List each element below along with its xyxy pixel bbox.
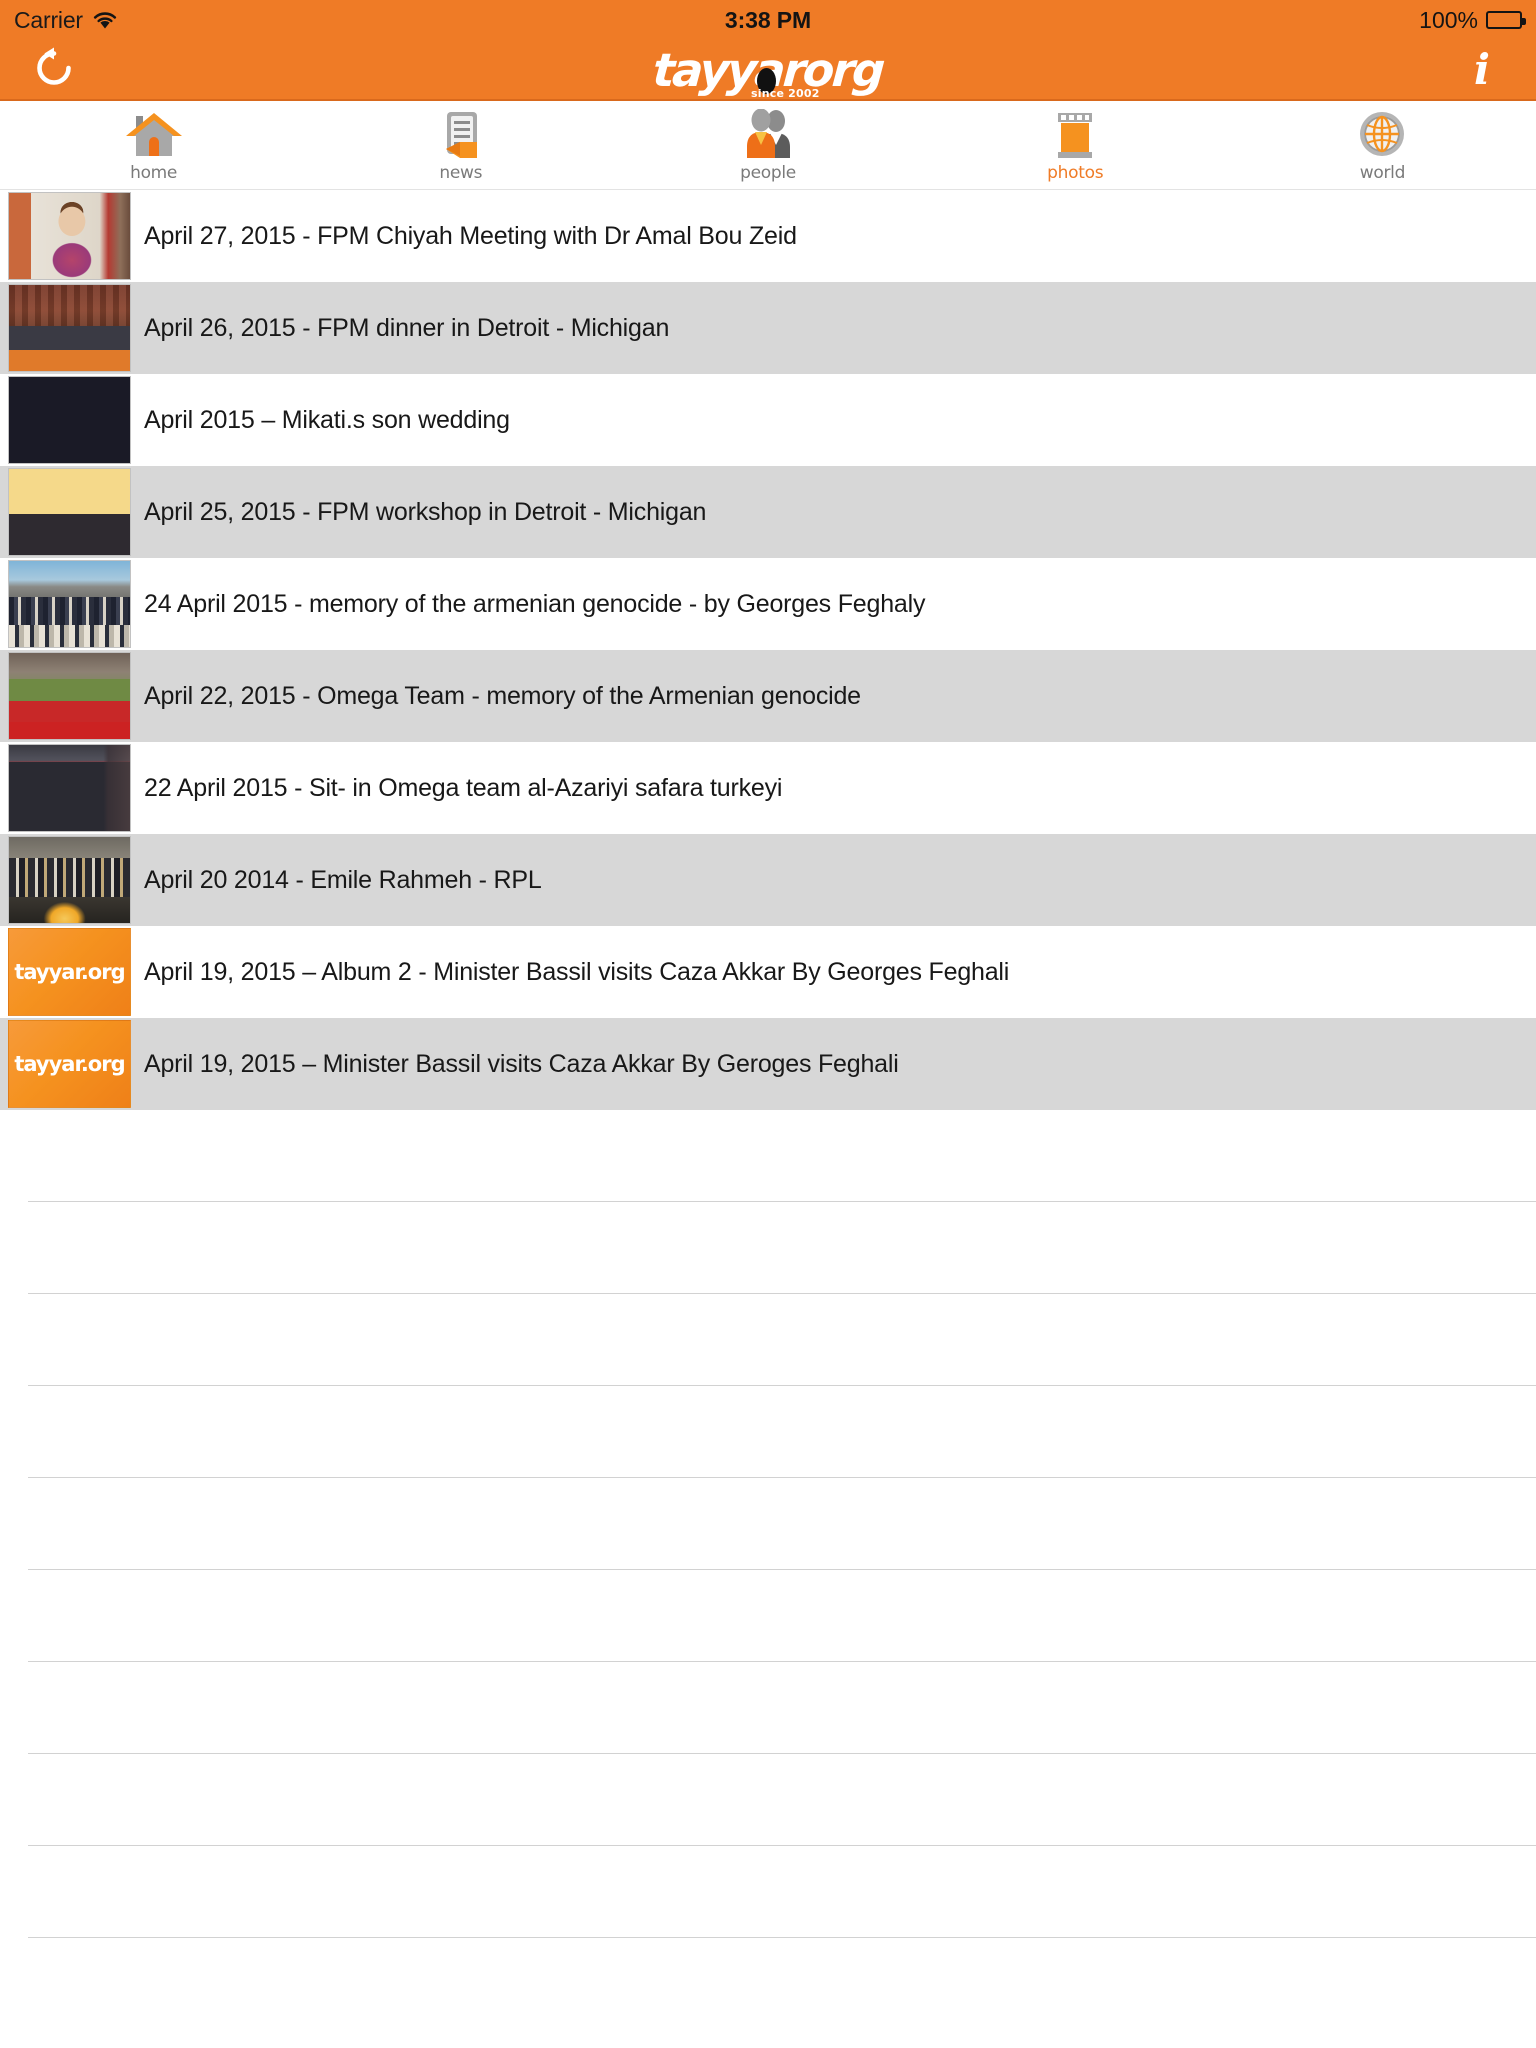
app-logo-tagline: since 2002: [750, 86, 820, 100]
album-title: April 20 2014 - Emile Rahmeh - RPL: [144, 865, 542, 894]
app-logo-suffix: org: [801, 42, 885, 97]
placeholder-logo-text: tayyar.org: [14, 960, 125, 984]
carrier-label: Carrier: [14, 6, 83, 33]
album-thumbnail: [8, 560, 131, 648]
list-item[interactable]: tayyar.org April 19, 2015 – Album 2 - Mi…: [0, 926, 1536, 1018]
battery-full-icon: [1486, 11, 1526, 29]
list-item[interactable]: April 20 2014 - Emile Rahmeh - RPL: [0, 834, 1536, 926]
album-thumbnail: [8, 192, 131, 280]
empty-list-row[interactable]: [0, 1570, 1536, 1662]
news-icon: [430, 107, 492, 162]
empty-list-row[interactable]: [0, 1478, 1536, 1570]
wifi-icon: [92, 10, 118, 30]
logo-dot-icon: [756, 67, 776, 94]
empty-rows-area: [0, 1110, 1536, 1938]
refresh-button[interactable]: [26, 42, 82, 98]
album-title: April 25, 2015 - FPM workshop in Detroit…: [144, 497, 707, 526]
list-item[interactable]: April 2015 – Mikati.s son wedding: [0, 374, 1536, 466]
photos-icon: [1044, 107, 1106, 162]
photo-album-list: April 27, 2015 - FPM Chiyah Meeting with…: [0, 190, 1536, 1110]
empty-list-row[interactable]: [0, 1110, 1536, 1202]
album-thumbnail-placeholder: tayyar.org: [8, 928, 131, 1016]
empty-list-row[interactable]: [0, 1294, 1536, 1386]
list-item[interactable]: 22 April 2015 - Sit- in Omega team al-Az…: [0, 742, 1536, 834]
info-icon: i: [1474, 44, 1490, 94]
tab-label-news: news: [439, 163, 483, 183]
list-item[interactable]: 24 April 2015 - memory of the armenian g…: [0, 558, 1536, 650]
list-item[interactable]: tayyar.org April 19, 2015 – Minister Bas…: [0, 1018, 1536, 1110]
album-thumbnail: [8, 836, 131, 924]
app-logo-text: tayyar: [651, 42, 806, 97]
status-bar-left: Carrier: [14, 7, 118, 34]
list-item[interactable]: April 25, 2015 - FPM workshop in Detroit…: [0, 466, 1536, 558]
status-bar-clock: 3:38 PM: [724, 6, 812, 33]
album-title: 22 April 2015 - Sit- in Omega team al-Az…: [144, 773, 783, 802]
album-title: 24 April 2015 - memory of the armenian g…: [144, 589, 926, 618]
album-title: April 26, 2015 - FPM dinner in Detroit -…: [144, 313, 670, 342]
world-icon: [1351, 107, 1413, 162]
list-item[interactable]: April 26, 2015 - FPM dinner in Detroit -…: [0, 282, 1536, 374]
tab-people[interactable]: people: [614, 101, 921, 183]
tab-home[interactable]: home: [0, 101, 307, 183]
tab-label-people: people: [740, 163, 796, 183]
app-header: tayyarorg since 2002 i: [0, 40, 1536, 101]
album-thumbnail: [8, 652, 131, 740]
empty-list-row[interactable]: [0, 1846, 1536, 1938]
album-title: April 19, 2015 – Minister Bassil visits …: [144, 1049, 899, 1078]
empty-list-row[interactable]: [0, 1754, 1536, 1846]
album-thumbnail: [8, 376, 131, 464]
album-title: April 22, 2015 - Omega Team - memory of …: [144, 681, 861, 710]
empty-list-row[interactable]: [0, 1202, 1536, 1294]
tab-bar: home news people photos world: [0, 101, 1536, 190]
home-icon: [123, 107, 185, 162]
album-thumbnail: [8, 284, 131, 372]
placeholder-logo-text: tayyar.org: [14, 1052, 125, 1076]
album-title: April 2015 – Mikati.s son wedding: [144, 405, 510, 434]
list-item[interactable]: April 27, 2015 - FPM Chiyah Meeting with…: [0, 190, 1536, 282]
status-bar: Carrier 3:38 PM 100%: [0, 0, 1536, 40]
album-title: April 27, 2015 - FPM Chiyah Meeting with…: [144, 221, 797, 250]
tab-world[interactable]: world: [1229, 101, 1536, 183]
tab-photos[interactable]: photos: [922, 101, 1229, 183]
album-title: April 19, 2015 – Album 2 - Minister Bass…: [144, 957, 1010, 986]
album-thumbnail: [8, 744, 131, 832]
people-icon: [737, 107, 799, 162]
album-thumbnail: [8, 468, 131, 556]
tab-label-photos: photos: [1047, 163, 1104, 183]
list-item[interactable]: April 22, 2015 - Omega Team - memory of …: [0, 650, 1536, 742]
status-bar-right: 100%: [1419, 6, 1526, 34]
tab-news[interactable]: news: [307, 101, 614, 183]
album-thumbnail-placeholder: tayyar.org: [8, 1020, 131, 1108]
info-button[interactable]: i: [1454, 42, 1510, 98]
tab-label-world: world: [1359, 163, 1406, 183]
app-logo: tayyarorg since 2002: [0, 40, 1536, 99]
battery-percent-label: 100%: [1419, 6, 1478, 33]
tab-label-home: home: [130, 163, 178, 183]
empty-list-row[interactable]: [0, 1386, 1536, 1478]
refresh-icon: [32, 46, 76, 93]
empty-list-row[interactable]: [0, 1662, 1536, 1754]
